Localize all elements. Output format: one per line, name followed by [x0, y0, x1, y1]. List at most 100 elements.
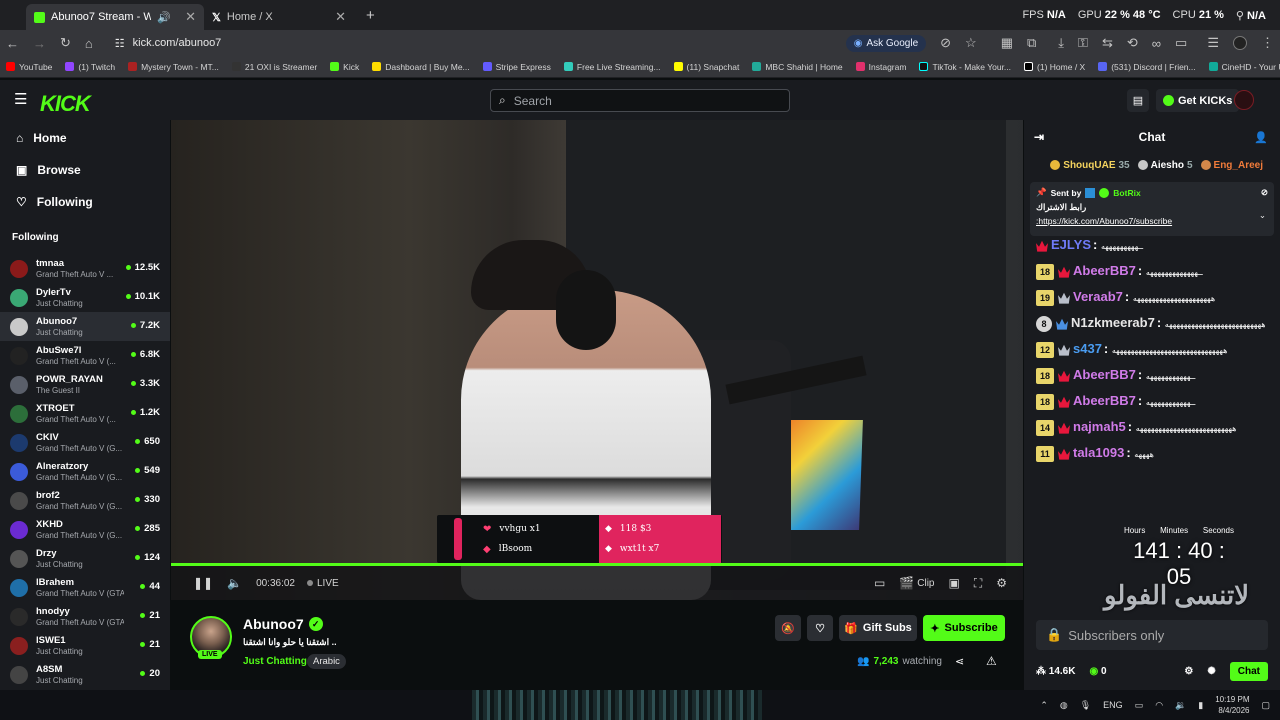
forward-icon[interactable]: →	[33, 36, 46, 51]
chat-username[interactable]: AbeerBB7	[1073, 393, 1136, 408]
bookmark-twitch[interactable]: (1) Twitch	[65, 62, 115, 72]
following-channel[interactable]: XTROET Grand Theft Auto V (... 1.2K	[0, 399, 170, 428]
bookmark-shahid[interactable]: MBC Shahid | Home	[752, 62, 843, 72]
bookmark-youtube[interactable]: YouTube	[6, 62, 52, 72]
back-icon[interactable]: ←	[6, 36, 19, 51]
chevron-down-icon[interactable]: ⌄	[1259, 210, 1266, 221]
leaderboard-entry[interactable]: Aiesho 5	[1137, 160, 1193, 171]
channel-name[interactable]: Abunoo7 ✓	[243, 616, 323, 632]
reload-icon[interactable]: ↻	[60, 35, 71, 51]
bookmark-cinehd[interactable]: CineHD - Your Ultim...	[1208, 62, 1280, 72]
url-field[interactable]: ☷ kick.com/abunoo7	[115, 37, 222, 50]
tab-kick[interactable]: Abunoo7 Stream - Watch L 🔊 ✕	[26, 4, 204, 30]
clock[interactable]: 10:19 PM 8/4/2026	[1215, 694, 1249, 716]
volume-icon[interactable]: 🔈	[227, 576, 242, 590]
nav-following[interactable]: ♡ Following	[0, 186, 170, 218]
bookmark-snapchat[interactable]: (11) Snapchat	[673, 62, 739, 72]
history-icon[interactable]: ⟲	[1127, 35, 1138, 51]
leaderboard-entry[interactable]: Eng_Areej	[1200, 160, 1266, 171]
chevron-up-icon[interactable]: ⌃	[1040, 700, 1048, 711]
subscribe-link[interactable]: :https://kick.com/Abunoo7/subscribe	[1036, 216, 1268, 226]
following-channel[interactable]: POWR_RAYAN The Guest II 3.3K	[0, 370, 170, 399]
bookmark-tiktok[interactable]: TikTok - Make Your...	[919, 62, 1011, 72]
volume-icon[interactable]: 🔉	[1175, 700, 1186, 711]
get-kicks-button[interactable]: Get KICKs	[1156, 89, 1240, 112]
user-avatar[interactable]	[1234, 90, 1254, 110]
chat-settings-icon[interactable]: ⚙	[1184, 666, 1193, 677]
taskbar-pinned-apps[interactable]	[472, 690, 762, 720]
chat-username[interactable]: EJLYS	[1051, 237, 1091, 252]
bookmark-streaming[interactable]: Free Live Streaming...	[563, 62, 661, 72]
pause-icon[interactable]: ❚❚	[193, 576, 213, 590]
following-channel[interactable]: A8SM Just Chatting 20	[0, 660, 170, 689]
site-info-icon[interactable]: ☷	[115, 37, 125, 50]
chat-username[interactable]: N1zkmeerab7	[1071, 315, 1155, 330]
following-channel[interactable]: lBrahem Grand Theft Auto V (GTA) 44	[0, 573, 170, 602]
following-channel[interactable]: CKIV Grand Theft Auto V (G... 650	[0, 428, 170, 457]
card-icon[interactable]: ▭	[1175, 35, 1187, 51]
chat-username[interactable]: AbeerBB7	[1073, 263, 1136, 278]
chat-username[interactable]: Veraab7	[1073, 289, 1123, 304]
bookmark-kick[interactable]: Kick	[330, 62, 359, 72]
download-icon[interactable]: ⤓	[1058, 35, 1064, 51]
following-channel[interactable]: XKHD Grand Theft Auto V (G... 285	[0, 515, 170, 544]
hamburger-menu-icon[interactable]: ☰	[14, 90, 27, 108]
unpin-icon[interactable]: ⊘	[1261, 187, 1268, 198]
following-channel[interactable]: brof2 Grand Theft Auto V (G... 330	[0, 486, 170, 515]
search-input[interactable]: ⌕ Search	[490, 89, 790, 112]
chat-username[interactable]: najmah5	[1073, 419, 1126, 434]
chat-username[interactable]: tala1093	[1073, 445, 1124, 460]
new-tab-icon[interactable]: +	[366, 7, 375, 24]
leaderboard-entry[interactable]: ShouqUAE 35	[1050, 160, 1130, 171]
bookmark-oxi[interactable]: 21 OXI is Streamer	[231, 62, 317, 72]
following-channel[interactable]: Drzy Just Chatting 124	[0, 544, 170, 573]
star-icon[interactable]: ☆	[965, 35, 977, 51]
video-player[interactable]: ❤ vvhgu x1 ◆ lBsoom ◆ 118 $3 ◆ wxt1t x7 ❚❚ 🔈…	[171, 120, 1023, 600]
following-channel[interactable]: lSWE1 Just Chatting 21	[0, 631, 170, 660]
bookmark-discord[interactable]: (531) Discord | Frien...	[1098, 62, 1196, 72]
fullscreen-icon[interactable]: ⛶	[974, 576, 982, 591]
chat-username[interactable]: s437	[1073, 341, 1102, 356]
language-tag[interactable]: Arabic	[307, 654, 346, 669]
kick-logo[interactable]: KICK	[40, 91, 91, 117]
send-chat-button[interactable]: Chat	[1229, 661, 1268, 681]
captions-icon[interactable]: ▣	[948, 576, 959, 590]
chat-input[interactable]: 🔒 Subscribers only	[1036, 620, 1268, 650]
home-icon[interactable]: ⌂	[85, 36, 93, 51]
bookmark-x[interactable]: (1) Home / X	[1024, 62, 1085, 72]
chat-username[interactable]: AbeerBB7	[1073, 367, 1136, 382]
close-icon[interactable]: ✕	[185, 9, 196, 25]
report-icon[interactable]: ⚠	[986, 654, 997, 668]
theater-mode-icon[interactable]: ▭	[874, 576, 885, 590]
bookmark-stripe[interactable]: Stripe Express	[482, 62, 551, 72]
eye-off-icon[interactable]: ⊘	[940, 35, 951, 51]
bookmark-mystery-town[interactable]: Mystery Town - MT...	[128, 62, 219, 72]
display-icon[interactable]: ▭	[1135, 700, 1144, 711]
follow-button[interactable]: ♡	[807, 615, 833, 641]
share-icon[interactable]: ⋖	[955, 655, 964, 668]
tab-x[interactable]: 𝕏 Home / X ✕	[204, 4, 354, 30]
following-channel[interactable]: DylerTv Just Chatting 10.1K	[0, 283, 170, 312]
menu-list-icon[interactable]: ☰	[1207, 35, 1219, 51]
nav-home[interactable]: ⌂ Home	[0, 122, 170, 154]
notification-icon[interactable]: ▢	[1261, 700, 1270, 711]
users-icon[interactable]: 👤	[1254, 131, 1268, 144]
stream-category[interactable]: Just Chatting	[243, 656, 307, 667]
ask-google-button[interactable]: ◉ Ask Google	[845, 34, 927, 52]
mic-icon[interactable]: 🎙	[1080, 700, 1091, 711]
link-icon[interactable]: ∞	[1152, 36, 1161, 51]
more-icon[interactable]: ⋮	[1261, 35, 1274, 51]
mute-notifications-button[interactable]: 🔕	[775, 615, 801, 641]
nav-browse[interactable]: ▣ Browse	[0, 154, 170, 186]
following-channel[interactable]: tmnaa Grand Theft Auto V ... 12.5K	[0, 254, 170, 283]
gift-subs-button[interactable]: 🎁 Gift Subs	[839, 615, 917, 641]
subscribe-button[interactable]: ✦ Subscribe	[923, 615, 1005, 641]
battery-icon[interactable]: ▮	[1198, 700, 1203, 711]
stream-manager-icon[interactable]: ▤	[1127, 89, 1149, 112]
emote-icon[interactable]: ✺	[1207, 666, 1215, 677]
following-channel[interactable]: Abunoo7 Just Chatting 7.2K	[0, 312, 170, 341]
extension-icon[interactable]: ▦	[1001, 35, 1013, 51]
bookmark-buymeacoffee[interactable]: Dashboard | Buy Me...	[372, 62, 470, 72]
security-icon[interactable]: ◍	[1060, 700, 1068, 711]
close-icon[interactable]: ✕	[335, 9, 346, 25]
